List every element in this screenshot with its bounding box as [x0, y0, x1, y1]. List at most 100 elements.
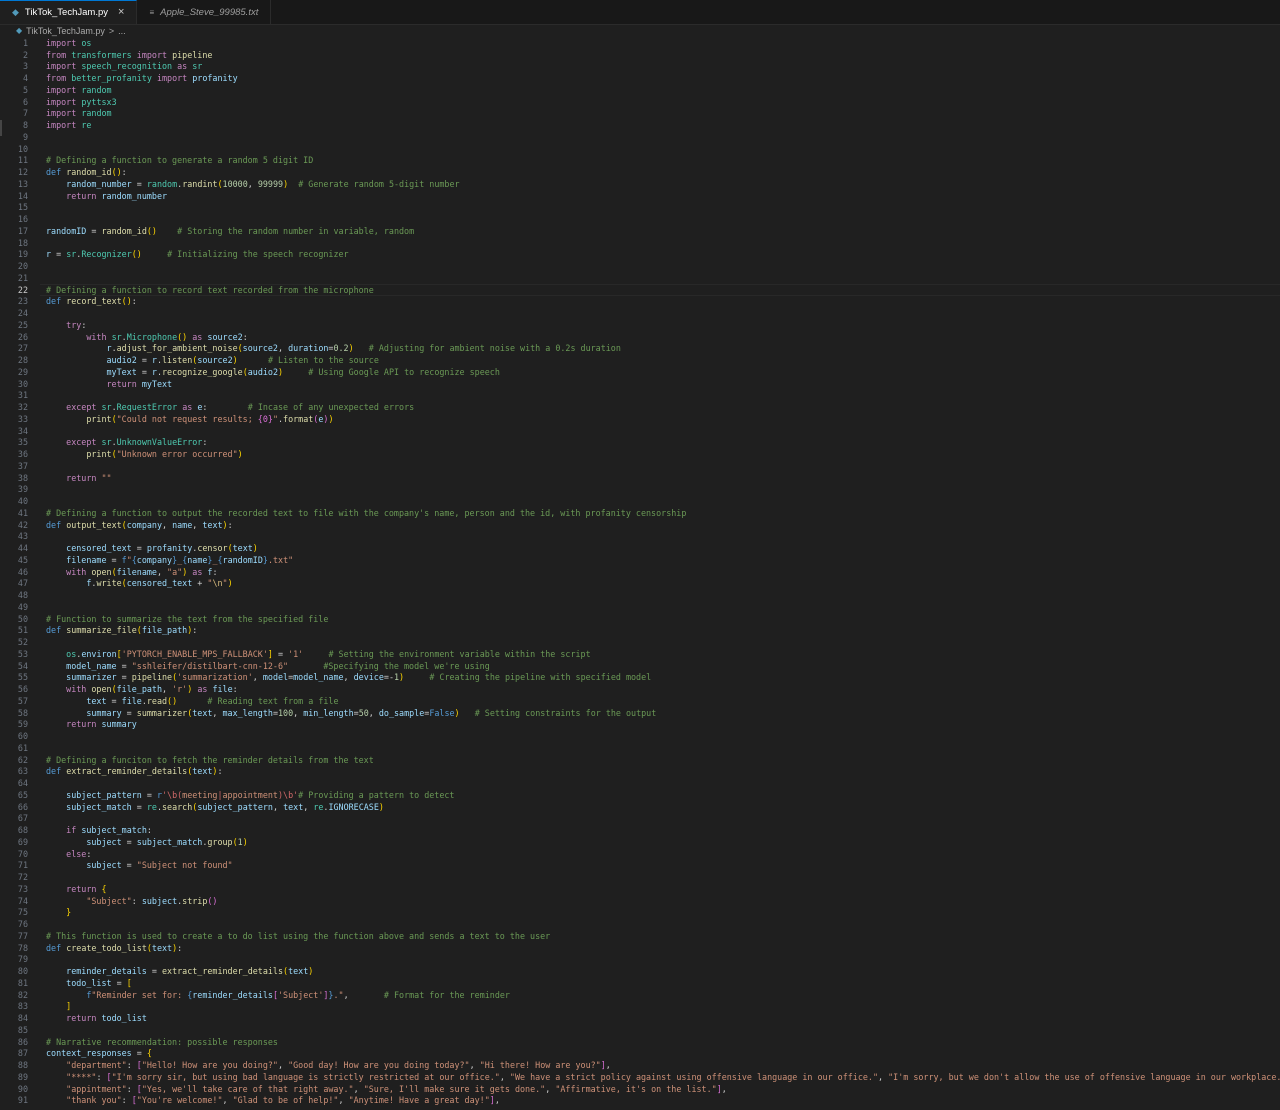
code-line[interactable]: 31 [0, 390, 1280, 402]
code-line[interactable]: 62 # Defining a funciton to fetch the rem… [0, 754, 1280, 766]
code-line[interactable]: 86 # Narrative recommendation: possible r… [0, 1036, 1280, 1048]
code-line[interactable]: 26 with sr.Microphone() as source2: [0, 331, 1280, 343]
breadcrumb-more[interactable]: ... [118, 26, 126, 36]
code-line[interactable]: 74 "Subject": subject.strip() [0, 895, 1280, 907]
code-line[interactable]: 51 def summarize_file(file_path): [0, 625, 1280, 637]
code-line[interactable]: 69 subject = subject_match.group(1) [0, 836, 1280, 848]
code-line[interactable]: 89 "****": ["I'm sorry sir, but using ba… [0, 1071, 1280, 1083]
code-line[interactable]: 17 randomID = random_id() # Storing the r… [0, 225, 1280, 237]
code-line[interactable]: 44 censored_text = profanity.censor(text… [0, 542, 1280, 554]
code-line[interactable]: 38 return "" [0, 472, 1280, 484]
code-line[interactable]: 81 todo_list = [ [0, 977, 1280, 989]
code-line[interactable]: 23 def record_text(): [0, 296, 1280, 308]
code-line[interactable]: 15 [0, 202, 1280, 214]
line-number: 86 [17, 1036, 28, 1047]
code-line[interactable]: 7 import random [0, 108, 1280, 120]
code-line[interactable]: 66 subject_match = re.search(subject_pat… [0, 801, 1280, 813]
tab-apple-steve[interactable]: ≡ Apple_Steve_99985.txt [137, 0, 272, 24]
code-line[interactable]: 11 # Defining a function to generate a ra… [0, 155, 1280, 167]
code-line[interactable]: 65 subject_pattern = r'\b(meeting|appoin… [0, 789, 1280, 801]
code-line[interactable]: 18 [0, 237, 1280, 249]
code-token: 10000 [222, 178, 248, 189]
code-line[interactable]: 57 text = file.read() # Reading text fro… [0, 695, 1280, 707]
code-line[interactable]: 82 f"Reminder set for: {reminder_details… [0, 989, 1280, 1001]
code-line[interactable]: 59 return summary [0, 719, 1280, 731]
code-line[interactable]: 84 return todo_list [0, 1012, 1280, 1024]
code-line[interactable]: 25 try: [0, 319, 1280, 331]
code-line[interactable]: 5 import random [0, 84, 1280, 96]
code-line[interactable]: 83 ] [0, 1001, 1280, 1013]
code-line[interactable]: 50 # Function to summarize the text from … [0, 613, 1280, 625]
code-line[interactable]: 39 [0, 484, 1280, 496]
code-line[interactable]: 19 r = sr.Recognizer() # Initializing the… [0, 249, 1280, 261]
code-line[interactable]: 60 [0, 730, 1280, 742]
code-line[interactable]: 56 with open(file_path, 'r') as file: [0, 683, 1280, 695]
code-line[interactable]: 43 [0, 531, 1280, 543]
code-line[interactable]: 58 summary = summarizer(text, max_length… [0, 707, 1280, 719]
code-line[interactable]: 91 "thank you": ["You're welcome!", "Gla… [0, 1095, 1280, 1107]
code-line[interactable]: 29 myText = r.recognize_google(audio2) #… [0, 366, 1280, 378]
code-editor[interactable]: 1 import os 2 from transformers import pipe… [0, 37, 1280, 1106]
code-line[interactable]: 48 [0, 589, 1280, 601]
code-line[interactable]: 37 [0, 460, 1280, 472]
code-line[interactable]: 24 [0, 307, 1280, 319]
code-line[interactable]: 77 # This function is used to create a to… [0, 930, 1280, 942]
code-line[interactable]: 49 [0, 601, 1280, 613]
code-line[interactable]: 85 [0, 1024, 1280, 1036]
code-line[interactable]: 14 return random_number [0, 190, 1280, 202]
code-line[interactable]: 64 [0, 777, 1280, 789]
code-line[interactable]: 12 def random_id(): [0, 166, 1280, 178]
code-line[interactable]: 47 f.write(censored_text + "\n") [0, 578, 1280, 590]
code-line[interactable]: 27 r.adjust_for_ambient_noise(source2, d… [0, 343, 1280, 355]
code-line[interactable]: 41 # Defining a function to output the re… [0, 507, 1280, 519]
code-line[interactable]: 8 import re [0, 119, 1280, 131]
code-line[interactable]: 52 [0, 636, 1280, 648]
code-line[interactable]: 13 random_number = random.randint(10000,… [0, 178, 1280, 190]
code-line[interactable]: 46 with open(filename, "a") as f: [0, 566, 1280, 578]
code-line[interactable]: 36 print("Unknown error occurred") [0, 448, 1280, 460]
code-line[interactable]: 71 subject = "Subject not found" [0, 860, 1280, 872]
code-line[interactable]: 9 [0, 131, 1280, 143]
code-line[interactable]: 75 } [0, 907, 1280, 919]
code-line[interactable]: 70 else: [0, 848, 1280, 860]
code-line[interactable]: 53 os.environ['PYTORCH_ENABLE_MPS_FALLBA… [0, 648, 1280, 660]
code-line[interactable]: 72 [0, 871, 1280, 883]
code-line[interactable]: 78 def create_todo_list(text): [0, 942, 1280, 954]
code-line[interactable]: 42 def output_text(company, name, text): [0, 519, 1280, 531]
tab-tiktok-techjam[interactable]: ◆ TikTok_TechJam.py × [0, 0, 138, 24]
code-line[interactable]: 88 "department": ["Hello! How are you do… [0, 1059, 1280, 1071]
close-icon[interactable]: × [118, 7, 124, 18]
code-line[interactable]: 79 [0, 954, 1280, 966]
code-line[interactable]: 40 [0, 495, 1280, 507]
code-line[interactable]: 61 [0, 742, 1280, 754]
code-line[interactable]: 76 [0, 918, 1280, 930]
code-line[interactable]: 2 from transformers import pipeline [0, 49, 1280, 61]
code-line[interactable]: 16 [0, 213, 1280, 225]
code-line[interactable]: 6 import pyttsx3 [0, 96, 1280, 108]
code-line[interactable]: 87 context_responses = { [0, 1048, 1280, 1060]
code-line[interactable]: 73 return { [0, 883, 1280, 895]
code-token: # This function is used to create a to d… [46, 930, 551, 941]
code-line[interactable]: 34 [0, 425, 1280, 437]
code-line[interactable]: 35 except sr.UnknownValueError: [0, 437, 1280, 449]
code-line[interactable]: 54 model_name = "sshleifer/distilbart-cn… [0, 660, 1280, 672]
code-line[interactable]: 55 summarizer = pipeline('summarization'… [0, 672, 1280, 684]
code-line[interactable]: 20 [0, 260, 1280, 272]
code-line[interactable]: 33 print("Could not request results; {0}… [0, 413, 1280, 425]
code-line[interactable]: 67 [0, 813, 1280, 825]
code-line[interactable]: 63 def extract_reminder_details(text): [0, 766, 1280, 778]
code-line[interactable]: 90 "appintment": ["Yes, we'll take care … [0, 1083, 1280, 1095]
code-line[interactable]: 21 [0, 272, 1280, 284]
code-line[interactable]: 1 import os [0, 37, 1280, 49]
code-line[interactable]: 4 from better_profanity import profanity [0, 72, 1280, 84]
code-line[interactable]: 45 filename = f"{company}_{name}_{random… [0, 554, 1280, 566]
code-line[interactable]: 28 audio2 = r.listen(source2) # Listen t… [0, 354, 1280, 366]
code-line[interactable]: 3 import speech_recognition as sr [0, 61, 1280, 73]
code-line[interactable]: 68 if subject_match: [0, 824, 1280, 836]
code-line[interactable]: 32 except sr.RequestError as e: # Incase… [0, 401, 1280, 413]
code-line[interactable]: 80 reminder_details = extract_reminder_d… [0, 965, 1280, 977]
code-line[interactable]: 10 [0, 143, 1280, 155]
code-line[interactable]: 30 return myText [0, 378, 1280, 390]
code-line[interactable]: 22 # Defining a function to record text r… [0, 283, 1280, 296]
breadcrumb-file[interactable]: TikTok_TechJam.py [26, 26, 105, 36]
